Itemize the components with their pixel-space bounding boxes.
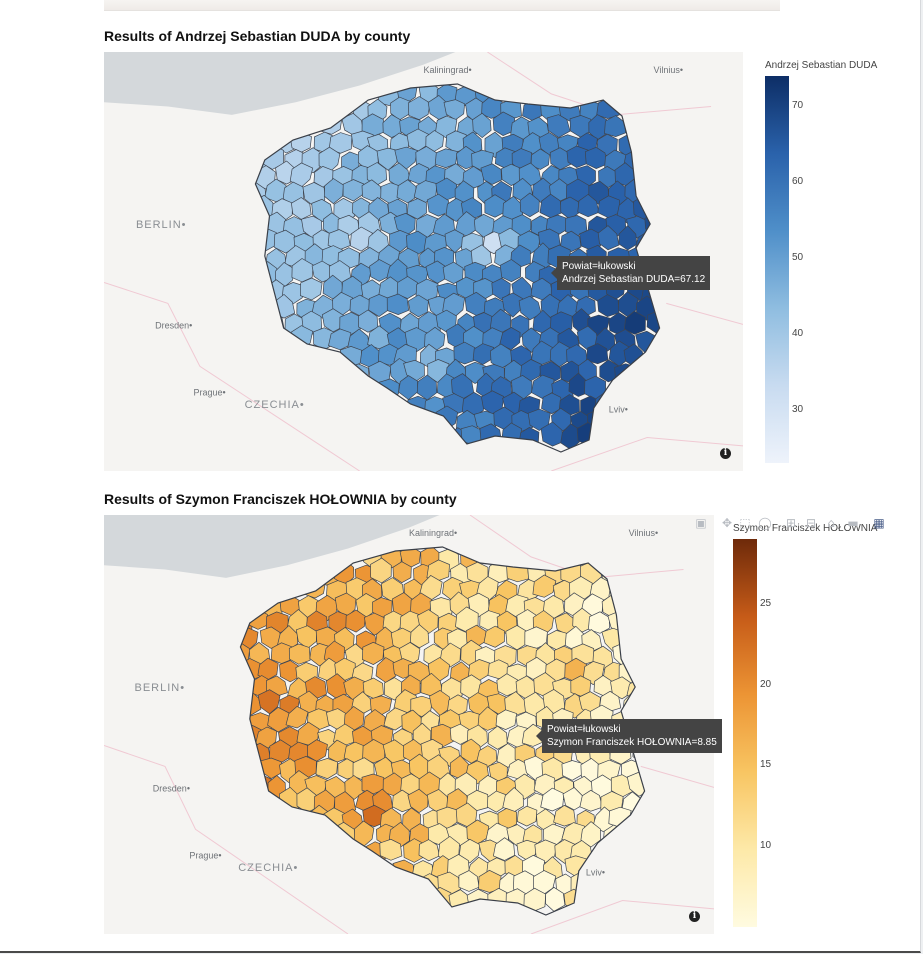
tooltip-value: Szymon Franciszek HOŁOWNIA=8.85 xyxy=(547,737,717,748)
colorbar-title-duda: Andrzej Sebastian DUDA xyxy=(765,60,878,71)
city-label-czechia: CZECHIA• xyxy=(245,399,305,411)
city-label-prague: Prague• xyxy=(193,388,225,398)
city-label-lviv: Lviv• xyxy=(609,404,628,414)
lasso-icon[interactable]: ◯ xyxy=(758,516,772,530)
city-label-berlin: BERLIN• xyxy=(136,219,187,231)
tooltip-value: Andrzej Sebastian DUDA=67.12 xyxy=(562,274,706,285)
colorbar-tick: 70 xyxy=(792,100,804,112)
city-label-kaliningrad: Kaliningrad• xyxy=(409,528,457,538)
info-icon[interactable]: i xyxy=(689,911,700,922)
tooltip-county: Powiat=łukowski xyxy=(562,261,636,272)
colorbar-tick: 30 xyxy=(792,403,804,415)
tooltip-county: Powiat=łukowski xyxy=(547,724,621,735)
hover-tooltip-holownia: Powiat=łukowski Szymon Franciszek HOŁOWN… xyxy=(536,719,722,753)
colorbar-duda xyxy=(765,76,789,463)
box-select-icon[interactable]: ⬚ xyxy=(738,516,752,530)
city-label-berlin: BERLIN• xyxy=(135,682,186,694)
city-label-kaliningrad: Kaliningrad• xyxy=(424,65,472,75)
colorbar-holownia xyxy=(733,539,757,927)
previous-map-bottom-edge xyxy=(104,0,780,11)
zoom-in-icon[interactable]: ⊞ xyxy=(784,516,798,530)
city-label-dresden: Dresden• xyxy=(155,321,192,331)
colorbar-tick: 15 xyxy=(760,759,772,771)
colorbar-tick: 25 xyxy=(760,597,772,609)
colorbar-tick: 40 xyxy=(792,328,804,339)
city-label-lviv: Lviv• xyxy=(586,867,605,877)
zoom-out-icon[interactable]: ⊟ xyxy=(804,516,818,530)
city-label-prague: Prague• xyxy=(189,851,221,861)
colorbar-tick: 20 xyxy=(760,678,772,690)
toggle-hover-icon[interactable]: ▬ xyxy=(846,516,860,530)
info-icon[interactable]: i xyxy=(720,448,731,459)
colorbar-tick: 60 xyxy=(792,176,804,188)
colorbar-tick: 50 xyxy=(792,252,804,264)
city-label-vilnius: Vilnius• xyxy=(629,528,659,538)
chart-title-duda: Results of Andrzej Sebastian DUDA by cou… xyxy=(104,28,411,44)
colorbar-tick: 10 xyxy=(760,840,772,852)
hover-tooltip-duda: Powiat=łukowski Andrzej Sebastian DUDA=6… xyxy=(550,256,711,290)
plotly-logo-icon[interactable]: ▦ xyxy=(872,516,886,530)
city-label-dresden: Dresden• xyxy=(153,784,190,794)
chart-title-holownia: Results of Szymon Franciszek HOŁOWNIA by… xyxy=(104,491,457,507)
city-label-czechia: CZECHIA• xyxy=(238,862,298,874)
page: Results of Andrzej Sebastian DUDA by cou… xyxy=(0,0,921,953)
camera-icon[interactable]: ▣ xyxy=(694,516,708,530)
city-label-vilnius: Vilnius• xyxy=(654,65,684,75)
reset-icon[interactable]: ⌂ xyxy=(824,516,838,530)
pan-icon[interactable]: ✥ xyxy=(720,516,734,530)
